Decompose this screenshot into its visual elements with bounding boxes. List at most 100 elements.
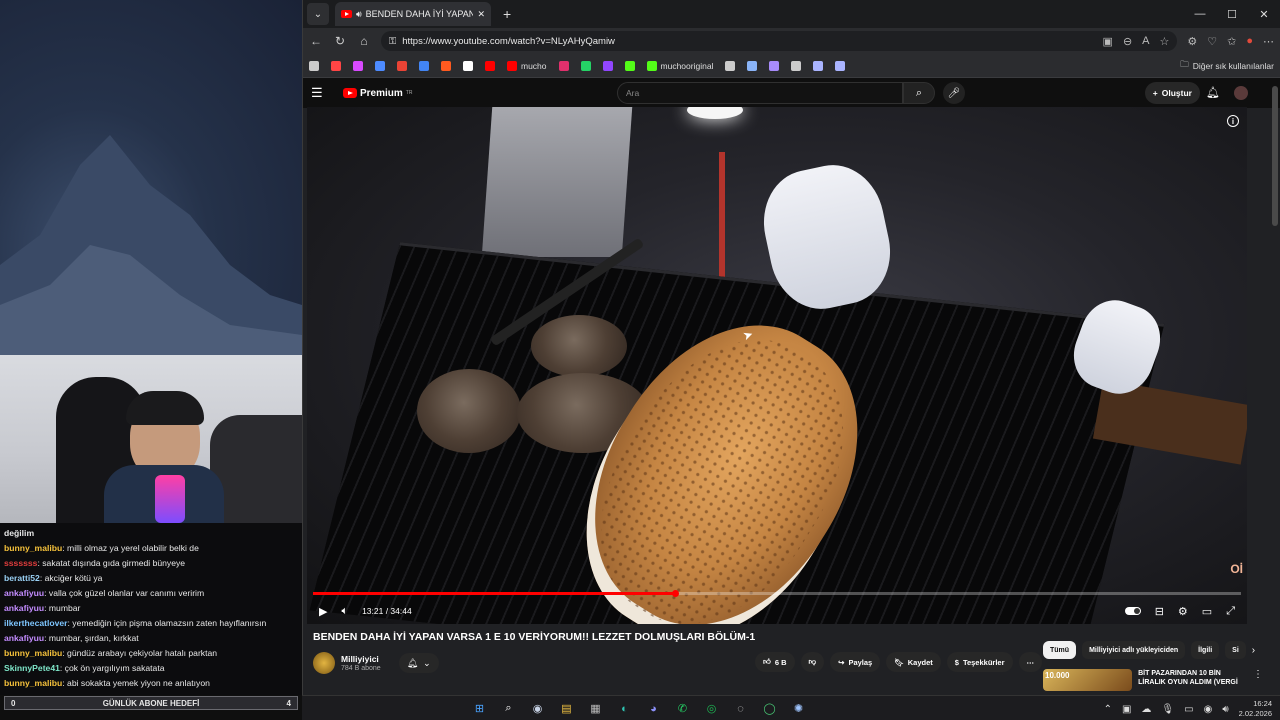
more-menu-icon[interactable]: ⋯ [1263,35,1274,48]
url-field[interactable]: ⚿ https://www.youtube.com/watch?v=NLyAHy… [381,31,1178,51]
volume-icon[interactable]: 🔈︎ [341,605,348,618]
new-tab-button[interactable]: + [503,6,511,22]
fullscreen-icon[interactable]: ⤢ [1226,605,1235,618]
bookmark-item[interactable] [331,60,341,71]
chevron-right-icon[interactable]: › [1252,645,1255,656]
site-info-icon[interactable]: ⚿ [389,36,396,47]
more-actions-button[interactable]: ⋯ [1018,652,1042,672]
progress-bar[interactable] [313,590,1241,597]
speaker-tray-icon[interactable]: 🔊︎ [1222,704,1228,715]
share-button[interactable]: ↪ Paylaş [830,652,881,672]
bookmark-item[interactable] [419,60,429,71]
search-icon[interactable]: ⌕ [499,699,518,718]
account-avatar[interactable] [1234,86,1248,100]
save-button[interactable]: 🔖︎ Kaydet [886,652,941,672]
settings-gear-icon[interactable]: ⚙ [1178,605,1188,618]
channel-avatar[interactable] [313,652,335,674]
clock[interactable]: 16:24 2.02.2026 [1239,699,1272,719]
spotify-icon[interactable]: ◎ [702,699,721,718]
bookmark-item[interactable] [558,60,569,71]
bookmark-item[interactable] [813,60,824,71]
close-tab-icon[interactable]: ✕ [477,9,485,20]
video-player[interactable]: ➤ i Oİ ▶ 🔈︎ 13:21 / 34:44 ⊟ ⚙ ▭ ⤢ [307,107,1247,624]
bookmark-item[interactable] [769,60,780,71]
favorite-star-icon[interactable]: ☆ [1160,35,1170,48]
chip-related[interactable]: İlgili [1191,641,1220,659]
notifications-bell-icon[interactable]: 🔔︎ [1206,86,1220,99]
like-button[interactable]: 👍︎ 6 B [755,652,795,672]
create-button[interactable]: + Oluştur [1144,82,1200,104]
network-app-icon[interactable]: ✺ [789,699,808,718]
bookmark-item[interactable] [602,60,613,71]
file-explorer-icon[interactable]: ▤ [557,699,576,718]
bookmark-item[interactable] [485,60,495,71]
bookmark-item[interactable]: muchooriginal [646,60,713,71]
back-icon[interactable]: ← [309,34,323,48]
chip-more[interactable]: Si [1225,641,1246,659]
app-icon[interactable]: ◯ [760,699,779,718]
browser-essentials-icon[interactable]: ♡ [1207,35,1217,48]
search-input[interactable]: Ara [617,82,903,104]
bookmark-item[interactable]: mucho [507,60,547,71]
whatsapp-icon[interactable]: ✆ [673,699,692,718]
bookmark-item[interactable] [397,60,407,71]
more-options-icon[interactable]: ⋮ [1253,669,1263,691]
recommended-video[interactable]: 10.000 BİT PAZARINDAN 10 BİN LİRALIK OYU… [1043,669,1263,691]
chip-all[interactable]: Tümü [1043,641,1077,659]
profile-avatar-icon[interactable]: ● [1246,35,1253,48]
obs-icon[interactable]: ◌ [731,699,750,718]
info-icon[interactable]: i [1227,115,1239,127]
menu-icon[interactable]: ☰ [311,85,331,101]
favorites-icon[interactable]: ✩ [1227,35,1236,48]
tab-youtube[interactable]: 🔊︎ BENDEN DAHA İYİ YAPAN VA ✕ [335,2,491,26]
tab-actions-button[interactable]: ⌄ [307,3,329,25]
bookmark-item[interactable] [375,60,385,71]
bookmark-item[interactable] [747,60,758,71]
bookmark-item[interactable] [309,60,319,71]
play-icon[interactable]: ▶ [319,605,327,618]
youtube-logo[interactable]: Premium TR [343,88,412,99]
extensions-icon[interactable]: ⚙ [1187,35,1197,48]
microphone-icon[interactable]: 🎤︎ [943,82,965,104]
network-icon[interactable]: ◉ [1204,704,1213,715]
home-icon[interactable]: ⌂ [357,34,371,48]
windows-start-icon[interactable]: ⊞ [470,699,489,718]
speaker-icon[interactable]: 🔊︎ [356,9,362,20]
tray-app-icon[interactable]: ▣ [1122,704,1131,715]
store-icon[interactable]: ▦ [586,699,605,718]
bookmark-item[interactable] [835,60,846,71]
bookmark-item[interactable] [353,60,363,71]
subscribe-notification-button[interactable]: 🔔︎ ⌄ [398,653,439,673]
refresh-icon[interactable]: ↻ [333,34,347,48]
mic-tray-icon[interactable]: 🎙︎ [1161,704,1174,715]
chip-from-uploader[interactable]: Milliyiyici adlı yükleyiciden [1082,641,1186,659]
miniplayer-icon[interactable]: ▭ [1202,605,1212,618]
edge-browser-icon[interactable]: ◐ [615,699,634,718]
bookmark-item[interactable] [791,60,802,71]
autoplay-toggle[interactable] [1124,607,1141,615]
display-icon[interactable]: ▭ [1184,704,1193,715]
other-favorites[interactable]: 🗀︎ Diğer sık kullanılanlar [1180,59,1274,73]
bookmark-item[interactable] [725,60,736,71]
dislike-button[interactable]: 👎︎ [800,652,825,672]
zoom-icon[interactable]: ⊖ [1123,35,1132,48]
thanks-button[interactable]: $ Teşekkürler [946,652,1013,672]
subtitles-icon[interactable]: ⊟ [1155,605,1164,618]
minimize-button[interactable]: — [1184,0,1216,28]
discord-icon[interactable]: ◕ [644,699,663,718]
page-scrollbar[interactable] [1272,86,1278,226]
progress-scrubber[interactable] [671,590,679,597]
app-available-icon[interactable]: ▣ [1103,35,1113,48]
bookmark-item[interactable] [463,60,473,71]
cloud-icon[interactable]: ☁ [1141,704,1151,715]
search-icon[interactable]: ⌕ [903,82,935,104]
bookmark-item[interactable] [580,60,591,71]
bookmark-item[interactable] [441,60,451,71]
maximize-button[interactable]: ☐ [1216,0,1248,28]
steam-icon[interactable]: ◉ [528,699,547,718]
chevron-up-icon[interactable]: ⌃ [1104,704,1112,715]
bookmark-item[interactable] [624,60,635,71]
channel-name[interactable]: Milliyiyici [341,654,381,664]
read-aloud-icon[interactable]: A [1142,35,1149,48]
close-window-button[interactable]: ✕ [1248,0,1280,28]
